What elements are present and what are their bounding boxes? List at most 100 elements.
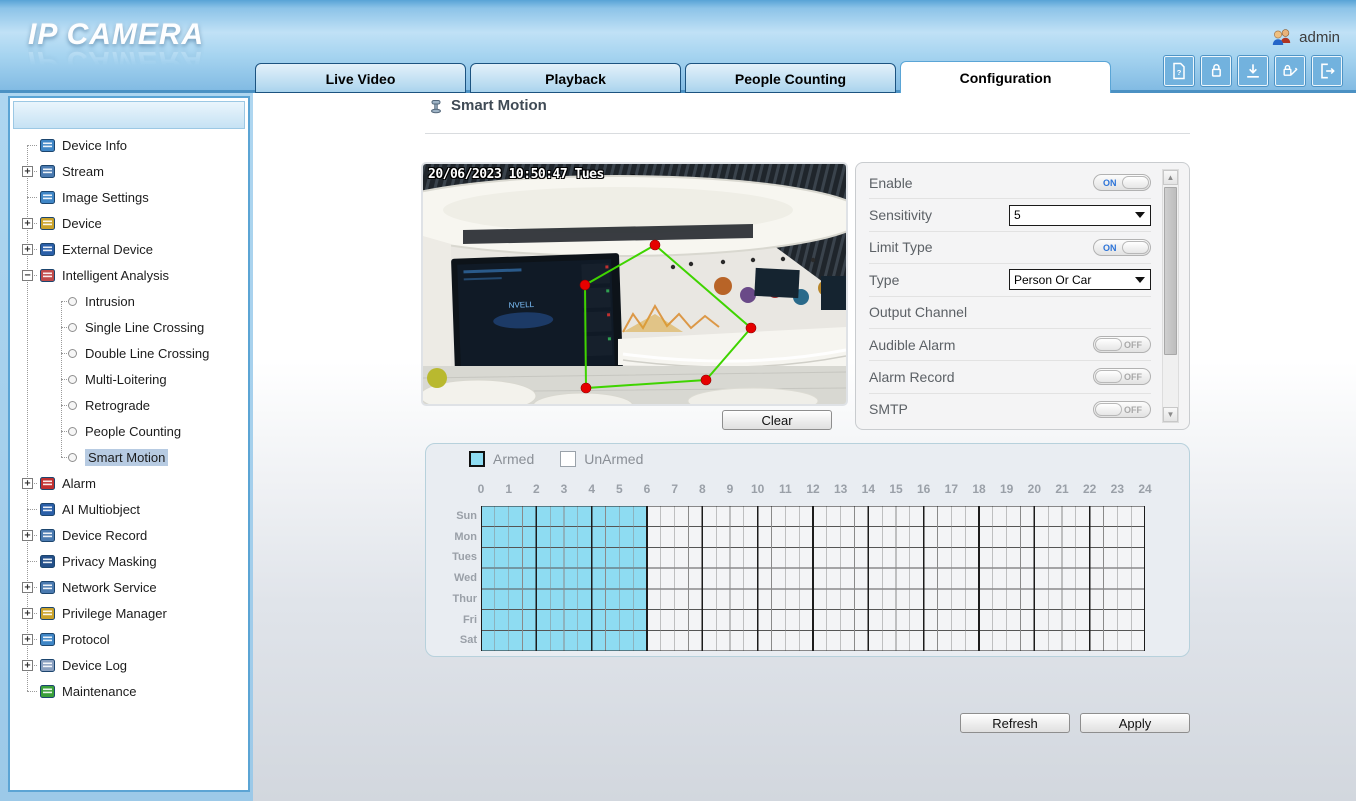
change-password-button[interactable] — [1275, 56, 1305, 86]
sidebar-item-privacy-masking[interactable]: Privacy Masking — [10, 548, 248, 574]
tab-people-counting[interactable]: People Counting — [685, 63, 896, 93]
smart-motion-icon — [428, 98, 444, 114]
protocol-icon — [40, 632, 55, 647]
help-file-button[interactable]: ? — [1164, 56, 1194, 86]
limit-type-toggle[interactable]: ON — [1093, 239, 1151, 256]
expander-plus-icon[interactable]: + — [22, 660, 33, 671]
sidebar-item-label: Intelligent Analysis — [62, 268, 169, 283]
user-menu[interactable]: admin — [1270, 28, 1340, 46]
divider — [425, 133, 1190, 134]
setting-label: Enable — [869, 175, 913, 191]
sidebar-item-label: Privilege Manager — [62, 606, 167, 621]
video-canvas[interactable]: NVELL — [421, 162, 848, 406]
setting-label: Limit Type — [869, 239, 933, 255]
radio-icon — [68, 323, 77, 332]
radio-icon — [68, 297, 77, 306]
enable-toggle[interactable]: ON — [1093, 174, 1151, 191]
expander-plus-icon[interactable]: + — [22, 244, 33, 255]
toggle-knob — [1122, 241, 1149, 254]
external-device-icon — [40, 242, 55, 257]
sidebar-item-double-line-crossing[interactable]: Double Line Crossing — [10, 340, 248, 366]
expander-plus-icon[interactable]: + — [22, 634, 33, 645]
privilege-manager-icon — [40, 606, 55, 621]
expander-plus-icon[interactable]: + — [22, 218, 33, 229]
toggle-knob — [1122, 176, 1149, 189]
sidebar-item-people-counting[interactable]: People Counting — [10, 418, 248, 444]
sidebar-item-protocol[interactable]: +Protocol — [10, 626, 248, 652]
page-title-row: Smart Motion — [428, 97, 547, 114]
expander-plus-icon[interactable]: + — [22, 582, 33, 593]
expander-plus-icon[interactable]: + — [22, 530, 33, 541]
main-tabs: Live VideoPlaybackPeople CountingConfigu… — [255, 61, 1111, 93]
sidebar-item-label: Single Line Crossing — [85, 320, 204, 335]
sidebar-item-label: Maintenance — [62, 684, 136, 699]
expander-minus-icon[interactable]: − — [22, 270, 33, 281]
sidebar-item-device-log[interactable]: +Device Log — [10, 652, 248, 678]
setting-row-sensitivity: Sensitivity5 — [869, 199, 1151, 231]
alarm-record-toggle[interactable]: OFF — [1093, 368, 1151, 385]
day-label: Tues — [426, 547, 477, 568]
scroll-down-icon[interactable]: ▼ — [1163, 407, 1178, 422]
sidebar-item-single-line-crossing[interactable]: Single Line Crossing — [10, 314, 248, 340]
chevron-down-icon — [1135, 277, 1145, 283]
setting-label: Audible Alarm — [869, 337, 955, 353]
setting-row-audible-alarm: Audible Alarm OFF — [869, 329, 1151, 361]
setting-row-alarm-record: Alarm Record OFF — [869, 361, 1151, 393]
setting-label: Alarm Record — [869, 369, 955, 385]
sidebar-item-image-settings[interactable]: Image Settings — [10, 184, 248, 210]
sidebar-item-maintenance[interactable]: Maintenance — [10, 678, 248, 704]
logout-icon — [1317, 61, 1337, 81]
refresh-button[interactable]: Refresh — [960, 713, 1070, 733]
sidebar-item-multi-loitering[interactable]: Multi-Loitering — [10, 366, 248, 392]
sensitivity-select[interactable]: 5 — [1009, 205, 1151, 226]
settings-scrollbar[interactable]: ▲ ▼ — [1162, 169, 1179, 423]
radio-icon — [68, 375, 77, 384]
sidebar-item-label: Privacy Masking — [62, 554, 157, 569]
tab-playback[interactable]: Playback — [470, 63, 681, 93]
expander-plus-icon[interactable]: + — [22, 608, 33, 619]
setting-row-enable: Enable ON — [869, 167, 1151, 199]
sidebar-item-privilege-manager[interactable]: + Privilege Manager — [10, 600, 248, 626]
tab-configuration[interactable]: Configuration — [900, 61, 1111, 93]
guard-button[interactable] — [1201, 56, 1231, 86]
schedule-panel: ArmedUnArmed 012345678910111213141516171… — [425, 443, 1190, 657]
apply-button[interactable]: Apply — [1080, 713, 1190, 733]
expander-plus-icon[interactable]: + — [22, 166, 33, 177]
type-select[interactable]: Person Or Car — [1009, 269, 1151, 290]
smtp-toggle[interactable]: OFF — [1093, 401, 1151, 418]
camera-snapshot-image: NVELL — [423, 164, 846, 404]
schedule-grid[interactable] — [481, 506, 1145, 651]
settings-panel: EnableONSensitivity5Limit TypeONTypePers… — [855, 162, 1190, 430]
sidebar-item-ai-multiobject[interactable]: AI Multiobject — [10, 496, 248, 522]
setting-row-output-channel: Output Channel — [869, 297, 1151, 329]
toggle-knob — [1095, 370, 1122, 383]
sidebar-item-external-device[interactable]: +External Device — [10, 236, 248, 262]
clear-button[interactable]: Clear — [722, 410, 832, 430]
sidebar-item-device-info[interactable]: Device Info — [10, 132, 248, 158]
sidebar-item-intelligent-analysis[interactable]: − Intelligent Analysis — [10, 262, 248, 288]
sidebar-item-smart-motion[interactable]: Smart Motion — [10, 444, 248, 470]
expander-plus-icon[interactable]: + — [22, 478, 33, 489]
sidebar-item-stream[interactable]: +Stream — [10, 158, 248, 184]
device-log-icon — [40, 658, 55, 673]
sidebar-item-retrograde[interactable]: Retrograde — [10, 392, 248, 418]
sidebar-item-intrusion[interactable]: Intrusion — [10, 288, 248, 314]
sidebar-item-label: Double Line Crossing — [85, 346, 209, 361]
sidebar-item-label: Smart Motion — [85, 449, 168, 466]
sidebar-item-network-service[interactable]: +Network Service — [10, 574, 248, 600]
scroll-thumb[interactable] — [1164, 187, 1177, 355]
sidebar-item-alarm[interactable]: +Alarm — [10, 470, 248, 496]
setting-row-limit-type: Limit Type ON — [869, 232, 1151, 264]
sidebar-item-label: Device Info — [62, 138, 127, 153]
download-button[interactable] — [1238, 56, 1268, 86]
sidebar-item-device-record[interactable]: +Device Record — [10, 522, 248, 548]
day-label: Sun — [426, 506, 477, 527]
tab-live-video[interactable]: Live Video — [255, 63, 466, 93]
sidebar-item-device[interactable]: + Device — [10, 210, 248, 236]
scroll-up-icon[interactable]: ▲ — [1163, 170, 1178, 185]
logout-button[interactable] — [1312, 56, 1342, 86]
sidebar-item-label: Device — [62, 216, 102, 231]
toggle-off-label: OFF — [1124, 372, 1142, 382]
audible-alarm-toggle[interactable]: OFF — [1093, 336, 1151, 353]
day-label: Sat — [426, 630, 477, 651]
